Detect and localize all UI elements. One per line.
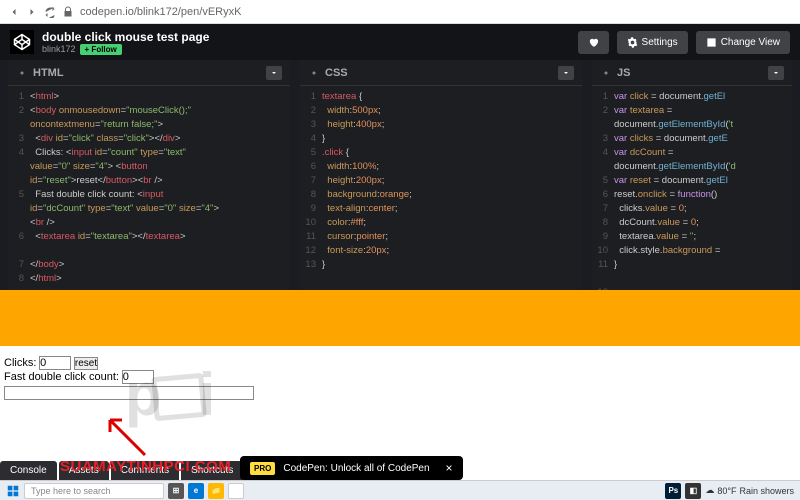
- pro-badge: PRO: [250, 462, 275, 475]
- panel-menu-button[interactable]: [768, 66, 784, 80]
- chevron-down-icon: [562, 69, 570, 77]
- browser-address-bar: codepen.io/blink172/pen/vERyxK: [0, 0, 800, 24]
- html-panel: HTML 12345678 <html> <body onmousedown="…: [8, 60, 290, 290]
- reload-icon[interactable]: [44, 6, 56, 18]
- gear-icon: [627, 37, 638, 48]
- html-editor[interactable]: 12345678 <html> <body onmousedown="mouse…: [8, 86, 290, 290]
- clicks-label: Clicks:: [4, 357, 36, 369]
- app-icon[interactable]: ◧: [685, 483, 701, 499]
- chrome-icon[interactable]: ◉: [228, 483, 244, 499]
- url-text[interactable]: codepen.io/blink172/pen/vERyxK: [80, 6, 241, 18]
- task-icon[interactable]: ⊞: [168, 483, 184, 499]
- reset-button[interactable]: reset: [74, 357, 98, 370]
- close-icon[interactable]: ×: [446, 461, 453, 475]
- dc-input[interactable]: [122, 370, 154, 384]
- explorer-icon[interactable]: 📁: [208, 483, 224, 499]
- love-button[interactable]: [578, 31, 609, 54]
- panel-label: JS: [617, 67, 763, 79]
- lock-icon: [62, 6, 74, 18]
- gear-icon[interactable]: [16, 67, 28, 79]
- editor-panels: HTML 12345678 <html> <body onmousedown="…: [0, 60, 800, 290]
- gear-icon[interactable]: [600, 67, 612, 79]
- textarea-preview[interactable]: [4, 386, 254, 400]
- weather-widget[interactable]: ☁80°F Rain showers: [705, 485, 794, 496]
- edge-icon[interactable]: e: [188, 483, 204, 499]
- css-panel: CSS 12345678910111213 textarea { width:5…: [300, 60, 582, 290]
- photoshop-icon[interactable]: Ps: [665, 483, 681, 499]
- windows-taskbar: Type here to search ⊞ e 📁 ◉ Ps ◧ ☁80°F R…: [0, 480, 800, 500]
- forward-icon[interactable]: [26, 6, 38, 18]
- pen-author[interactable]: blink172: [42, 44, 76, 54]
- gear-icon[interactable]: [308, 67, 320, 79]
- layout-icon: [706, 37, 717, 48]
- js-panel: JS 123456789101113 var click = document.…: [592, 60, 792, 290]
- change-view-button[interactable]: Change View: [696, 31, 790, 54]
- promo-banner[interactable]: PRO CodePen: Unlock all of CodePen ×: [240, 456, 463, 480]
- annotation-arrow: [100, 410, 150, 465]
- dc-label: Fast double click count:: [4, 371, 119, 383]
- pen-title: double click mouse test page: [42, 30, 570, 44]
- heart-icon: [588, 37, 599, 48]
- css-editor[interactable]: 12345678910111213 textarea { width:500px…: [300, 86, 582, 290]
- taskbar-search[interactable]: Type here to search: [24, 483, 164, 499]
- chevron-down-icon: [270, 69, 278, 77]
- settings-button[interactable]: Settings: [617, 31, 688, 54]
- codepen-header: double click mouse test page blink172 + …: [0, 24, 800, 60]
- windows-start-icon[interactable]: [6, 484, 20, 498]
- chevron-down-icon: [772, 69, 780, 77]
- panel-label: CSS: [325, 67, 553, 79]
- promo-text: CodePen: Unlock all of CodePen: [283, 463, 429, 474]
- panel-label: HTML: [33, 67, 261, 79]
- codepen-logo[interactable]: [10, 30, 34, 54]
- preview-pane: Clicks: reset Fast double click count:: [0, 290, 800, 420]
- watermark-text: SUAMAYTINHPCI.COM: [60, 458, 231, 475]
- tab-console[interactable]: Console: [0, 461, 57, 480]
- panel-menu-button[interactable]: [558, 66, 574, 80]
- clicks-input[interactable]: [39, 356, 71, 370]
- js-editor[interactable]: 123456789101113 var click = document.get…: [592, 86, 792, 290]
- panel-menu-button[interactable]: [266, 66, 282, 80]
- click-area[interactable]: [0, 290, 800, 346]
- back-icon[interactable]: [8, 6, 20, 18]
- follow-button[interactable]: + Follow: [80, 44, 122, 55]
